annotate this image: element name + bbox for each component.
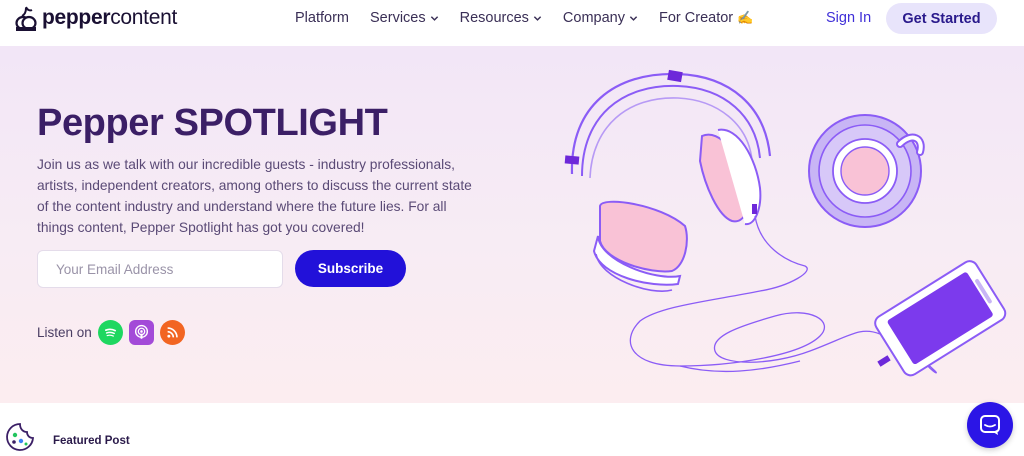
hero-description: Join us as we talk with our incredible g… bbox=[37, 157, 472, 235]
cookie-icon bbox=[6, 423, 34, 451]
podcast-headphones-illustration bbox=[564, 69, 1007, 377]
chevron-down-icon bbox=[430, 15, 438, 21]
nav-services-label: Services bbox=[370, 10, 426, 26]
nav-platform[interactable]: Platform bbox=[295, 10, 349, 26]
chat-launcher-button[interactable] bbox=[967, 402, 1013, 448]
hero-title: Pepper SPOTLIGHT bbox=[37, 102, 388, 144]
rss-feed-icon bbox=[167, 327, 178, 338]
writing-hand-icon: ✍️ bbox=[737, 10, 754, 25]
nav-for-creator-label: For Creator bbox=[658, 10, 734, 26]
nav-platform-label: Platform bbox=[295, 10, 349, 26]
brand-wordmark: peppercontent bbox=[42, 6, 178, 29]
spotify-icon[interactable] bbox=[97, 320, 123, 345]
listen-on-row: Listen on bbox=[37, 320, 191, 345]
spotify-waves-icon bbox=[104, 328, 116, 337]
chevron-down-icon bbox=[533, 15, 542, 21]
email-input[interactable] bbox=[37, 250, 283, 288]
hero-section: Pepper SPOTLIGHT Join us as we talk with… bbox=[0, 46, 1024, 403]
main-menu: Platform Services Resources Company For … bbox=[295, 10, 774, 26]
podcast-mic-icon bbox=[134, 324, 148, 339]
listen-on-label: Listen on bbox=[37, 325, 92, 340]
nav-company[interactable]: Company bbox=[563, 10, 638, 26]
featured-post-section: Featured Post bbox=[0, 403, 1024, 456]
chevron-down-icon bbox=[629, 15, 638, 21]
nav-services[interactable]: Services bbox=[370, 10, 439, 26]
subscribe-button[interactable]: Subscribe bbox=[295, 250, 406, 287]
featured-post-label: Featured Post bbox=[53, 435, 130, 447]
pepper-logo-icon bbox=[15, 6, 37, 31]
chat-icon bbox=[980, 415, 1000, 435]
brand-logo[interactable]: peppercontent bbox=[14, 4, 177, 32]
rss-icon[interactable] bbox=[159, 320, 185, 345]
nav-resources-label: Resources bbox=[459, 10, 529, 26]
nav-resources[interactable]: Resources bbox=[460, 10, 542, 26]
top-navbar: peppercontent Platform Services Resource… bbox=[0, 0, 1024, 42]
nav-company-label: Company bbox=[562, 10, 625, 26]
get-started-button[interactable]: Get Started bbox=[886, 3, 997, 34]
sign-in-link[interactable]: Sign In bbox=[826, 10, 871, 26]
nav-for-creator[interactable]: For Creator ✍️ bbox=[659, 10, 753, 26]
apple-podcasts-icon[interactable] bbox=[128, 320, 154, 345]
